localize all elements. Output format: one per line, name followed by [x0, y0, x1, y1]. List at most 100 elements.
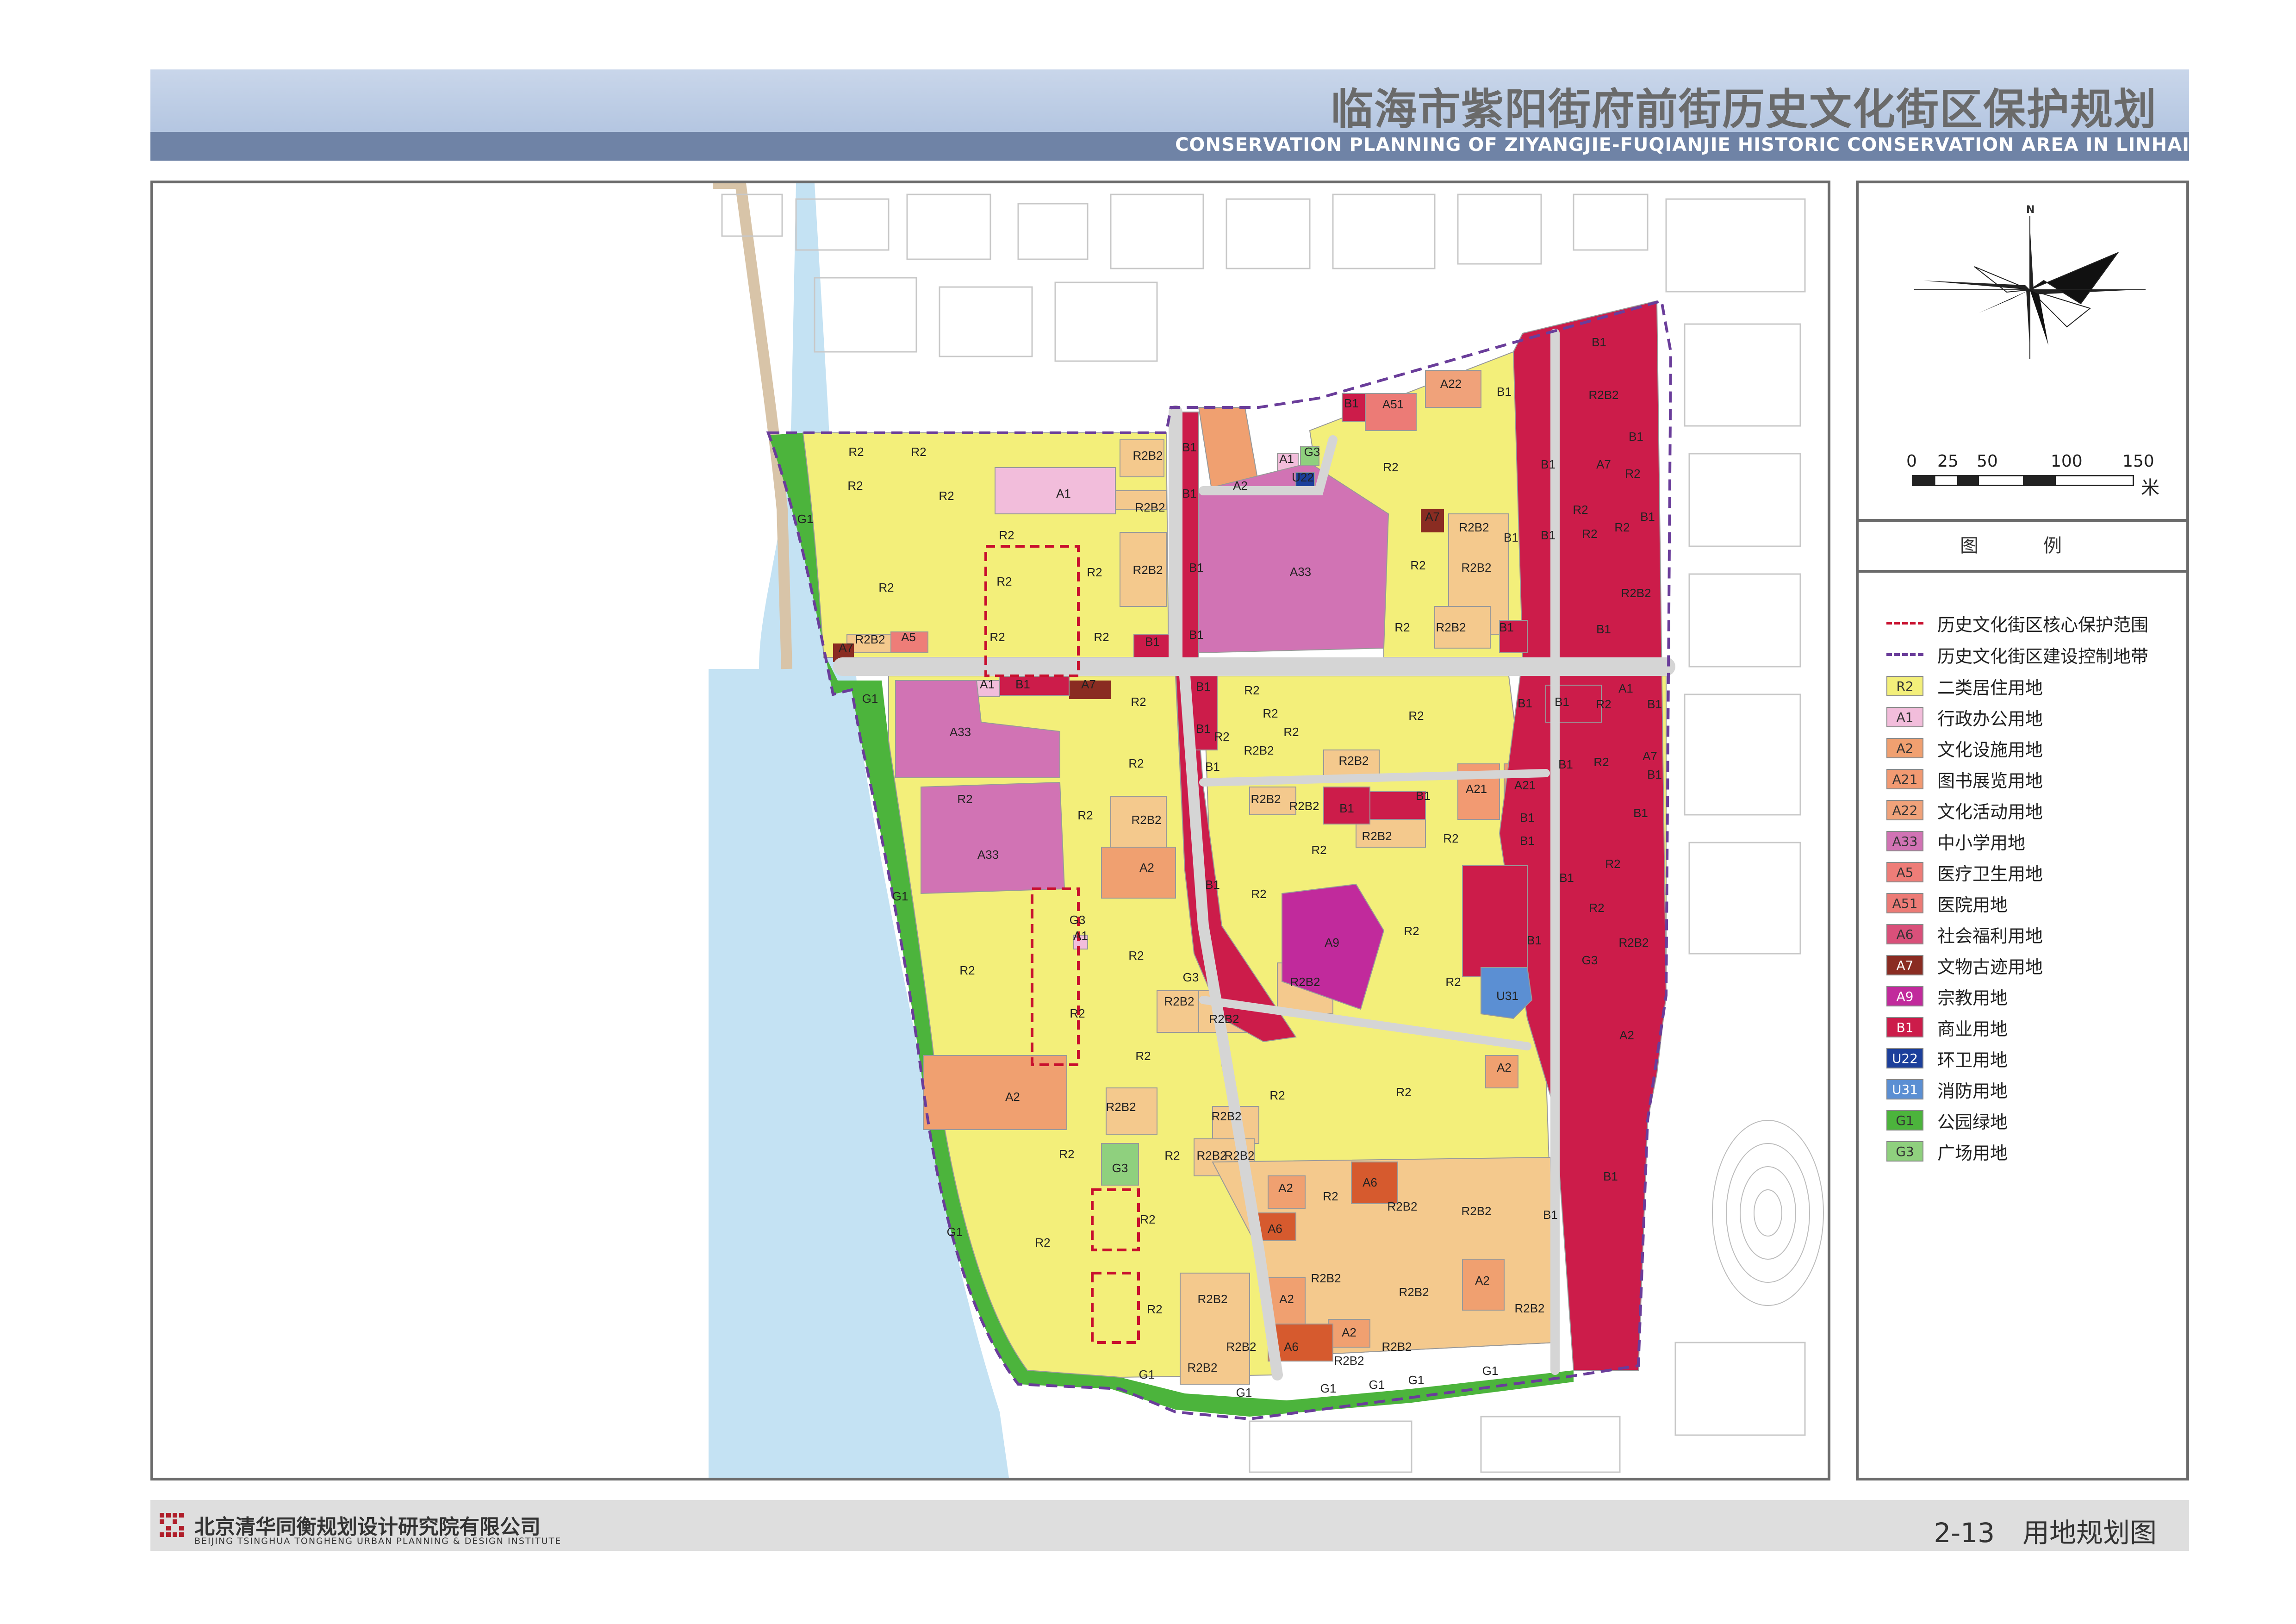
land-use-label: R2	[1128, 756, 1144, 770]
legend-swatch: A33	[1886, 831, 1923, 851]
drawing-title: 用地规划图	[2022, 1517, 2157, 1549]
land-use-label: R2	[989, 630, 1005, 644]
land-use-label: R2B2	[1618, 936, 1649, 949]
land-use-label: A6	[1363, 1175, 1377, 1189]
legend-item: A5 医疗卫生用地	[1886, 858, 2043, 886]
land-use-label: B1	[1640, 510, 1655, 524]
land-use-label: B1	[1189, 561, 1204, 575]
land-use-label: R2B2	[1362, 829, 1392, 843]
legend-divider-bottom	[1859, 570, 2186, 573]
legend-swatch: A21	[1886, 769, 1923, 789]
land-use-label: R2B2	[855, 632, 885, 646]
land-use-label: B1	[1647, 768, 1662, 781]
legend-item: A21 图书展览用地	[1886, 765, 2043, 793]
legend-item: A22 文化活动用地	[1886, 796, 2043, 824]
legend-swatch: U22	[1886, 1048, 1923, 1068]
land-use-label: A1	[980, 677, 995, 691]
land-use-label: R2	[1251, 887, 1266, 901]
land-use-label: R2B2	[1399, 1285, 1429, 1299]
land-use-label: R2	[1087, 565, 1102, 579]
land-use-label: R2	[1070, 1006, 1085, 1020]
legend-label: 历史文化街区建设控制地带	[1937, 646, 2149, 667]
legend-item: A9 宗教用地	[1886, 982, 2008, 1010]
land-use-label: B1	[1339, 801, 1354, 815]
land-use-label: R2	[848, 445, 864, 459]
land-use-label: B1	[1344, 396, 1359, 410]
land-use-label: G1	[862, 692, 878, 706]
land-use-label: B1	[1145, 635, 1160, 649]
legend-item: A33 中小学用地	[1886, 827, 2025, 855]
land-use-label: B1	[1559, 871, 1574, 885]
land-use-label: G1	[947, 1225, 963, 1239]
land-use-label: B1	[1520, 834, 1535, 848]
north-label: N	[2026, 204, 2035, 216]
land-use-label: R2	[1596, 697, 1611, 711]
land-use-label: R2B2	[1514, 1301, 1544, 1315]
land-use-label: R2	[1128, 949, 1144, 962]
legend-swatch: U31	[1886, 1079, 1923, 1099]
land-use-label: B1	[1189, 628, 1204, 642]
legend-item: G1 公园绿地	[1886, 1106, 2008, 1134]
legend-label: 图书展览用地	[1937, 770, 2043, 791]
land-use-label: B1	[1416, 789, 1431, 803]
legend-label: 医疗卫生用地	[1937, 863, 2043, 884]
land-use-label: R2	[911, 445, 926, 459]
land-use-label: B1	[1543, 1208, 1558, 1222]
land-use-label: R2	[1135, 1049, 1151, 1063]
land-use-label: B1	[1527, 933, 1542, 947]
land-use-label: A1	[1073, 929, 1088, 943]
land-use-label: G1	[1482, 1364, 1499, 1378]
land-use-label: B1	[1497, 385, 1512, 399]
land-use-label: B1	[1182, 440, 1197, 454]
land-use-label: A2	[1233, 479, 1248, 493]
scale-tick-0: 0	[1906, 452, 1917, 471]
land-use-label: A2	[1279, 1292, 1294, 1306]
land-use-label: B1	[1633, 806, 1648, 820]
land-use-label: R2	[878, 581, 894, 594]
land-use-label: G1	[1408, 1373, 1425, 1387]
land-use-label: R2	[1589, 901, 1604, 915]
land-use-label: R2B2	[1197, 1292, 1227, 1306]
land-use-label: A2	[1619, 1028, 1634, 1042]
scale-tick-150: 150	[2122, 452, 2154, 471]
land-use-label: B1	[1205, 760, 1220, 774]
land-use-label: R2B2	[1381, 1340, 1412, 1354]
land-use-label: A21	[1466, 782, 1487, 796]
land-use-label: R2	[1035, 1236, 1050, 1249]
scale-tick-25: 25	[1937, 452, 1959, 471]
land-use-label: B1	[1541, 528, 1556, 542]
land-use-label: R2B2	[1311, 1271, 1341, 1285]
land-use-label: R2B2	[1459, 520, 1489, 534]
land-use-label: A2	[1497, 1061, 1512, 1074]
land-use-label: R2	[1147, 1302, 1162, 1316]
legend-label: 历史文化街区核心保护范围	[1937, 614, 2149, 635]
land-use-label: A51	[1382, 397, 1404, 411]
land-use-label: R2B2	[1588, 388, 1618, 402]
land-use-label: R2	[1263, 706, 1278, 720]
land-use-label: R2B2	[1244, 743, 1274, 757]
land-use-label: A2	[1139, 861, 1154, 874]
land-use-label: R2	[1059, 1147, 1074, 1161]
land-use-label: R2	[1408, 709, 1424, 723]
legend-item: U22 环卫用地	[1886, 1044, 2008, 1072]
legend-item: U31 消防用地	[1886, 1075, 2008, 1103]
land-use-label: B1	[1520, 811, 1535, 824]
page-subtitle: CONSERVATION PLANNING OF ZIYANGJIE-FUQIA…	[1175, 134, 2190, 156]
land-use-label: B1	[1541, 457, 1556, 471]
land-use-label: R2	[1077, 808, 1093, 822]
legend-item: A6 社会福利用地	[1886, 920, 2043, 948]
land-use-label: R2B2	[1209, 1012, 1239, 1026]
legend-divider-top	[1859, 519, 2186, 522]
legend-panel: N 0 25 50 100 150 米 图 例 历史文化街区核心保护范围 历史文化…	[1856, 181, 2189, 1480]
land-use-label: A33	[950, 725, 971, 739]
legend-label: 医院用地	[1937, 894, 2008, 915]
land-use-label: R2	[1605, 857, 1620, 871]
land-use-label: A1	[1279, 452, 1294, 466]
land-use-label: R2B2	[1289, 799, 1319, 813]
legend-swatch: A7	[1886, 955, 1923, 975]
land-use-label: B1	[1592, 335, 1606, 349]
land-use-label: R2	[1394, 620, 1410, 634]
scale-tick-100: 100	[2051, 452, 2083, 471]
land-use-label: R2	[1396, 1085, 1411, 1099]
land-use-label: B1	[1196, 680, 1211, 693]
